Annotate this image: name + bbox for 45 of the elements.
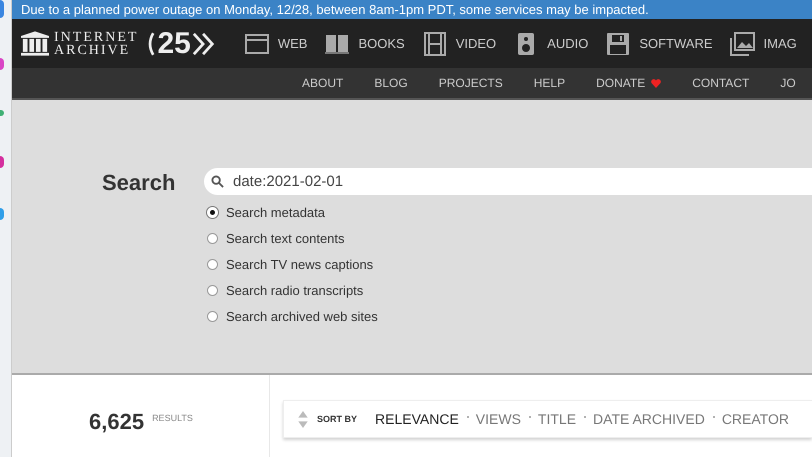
search-field[interactable]: date:2021-02-01 xyxy=(204,168,812,195)
search-option[interactable]: Search text contents xyxy=(204,225,812,251)
search-option[interactable]: Search archived web sites xyxy=(204,303,812,329)
media-nav-link[interactable]: AUDIO xyxy=(513,32,588,56)
logo-wordmark[interactable]: INTERNET ARCHIVE xyxy=(54,30,138,56)
nav-link[interactable]: DONATE xyxy=(596,76,662,90)
separator-dot-icon xyxy=(584,416,586,418)
nav-link[interactable]: JO xyxy=(780,76,796,90)
search-option[interactable]: Search radio transcripts xyxy=(204,277,812,303)
nav-link[interactable]: CONTACT xyxy=(692,76,750,90)
radio-button[interactable] xyxy=(207,284,218,296)
radio-button[interactable] xyxy=(207,258,218,270)
separator-dot-icon xyxy=(528,416,531,418)
browser-window-icon xyxy=(244,32,270,56)
temple-logo-icon[interactable] xyxy=(21,31,49,56)
announcement-text: Due to a planned power outage on Monday, 12/28, between 8am-1pm PDT, some services may be impacted. xyxy=(21,2,649,17)
search-heading: Search xyxy=(102,170,176,196)
radio-button[interactable] xyxy=(207,310,218,322)
sort-option[interactable]: DATE ARCHIVED xyxy=(593,411,705,427)
media-nav-link[interactable]: VIDEO xyxy=(422,32,496,56)
separator-dot-icon xyxy=(712,416,715,418)
nav-link[interactable]: HELP xyxy=(534,76,566,90)
results-count: 6,625 xyxy=(89,409,144,435)
media-nav-link[interactable]: IMAG xyxy=(730,32,797,56)
nav-link[interactable]: BLOG xyxy=(374,76,408,90)
radio-button[interactable] xyxy=(207,232,218,244)
anniversary-logo[interactable]: 25 xyxy=(146,28,216,58)
sort-option[interactable]: VIEWS xyxy=(476,411,521,427)
search-option[interactable]: Search TV news captions xyxy=(204,251,812,277)
media-nav-link[interactable]: WEB xyxy=(244,32,308,56)
sort-option[interactable]: CREATOR xyxy=(722,411,789,427)
sort-option[interactable]: RELEVANCE xyxy=(375,411,459,427)
nav-link[interactable]: ABOUT xyxy=(302,76,344,90)
media-nav-link[interactable]: SOFTWARE xyxy=(605,32,713,56)
heart-icon xyxy=(651,78,662,88)
sort-by-label: SORT BY xyxy=(317,414,358,424)
film-strip-icon xyxy=(422,32,448,56)
sort-option[interactable]: TITLE xyxy=(538,411,576,427)
nav-link[interactable]: PROJECTS xyxy=(438,76,503,90)
pictures-icon xyxy=(730,32,756,56)
search-option[interactable]: Search metadata xyxy=(204,199,812,225)
separator-dot-icon xyxy=(466,416,469,418)
results-label: RESULTS xyxy=(152,413,193,423)
sort-arrows-icon[interactable] xyxy=(298,410,308,428)
media-nav-link[interactable]: BOOKS xyxy=(324,32,405,56)
